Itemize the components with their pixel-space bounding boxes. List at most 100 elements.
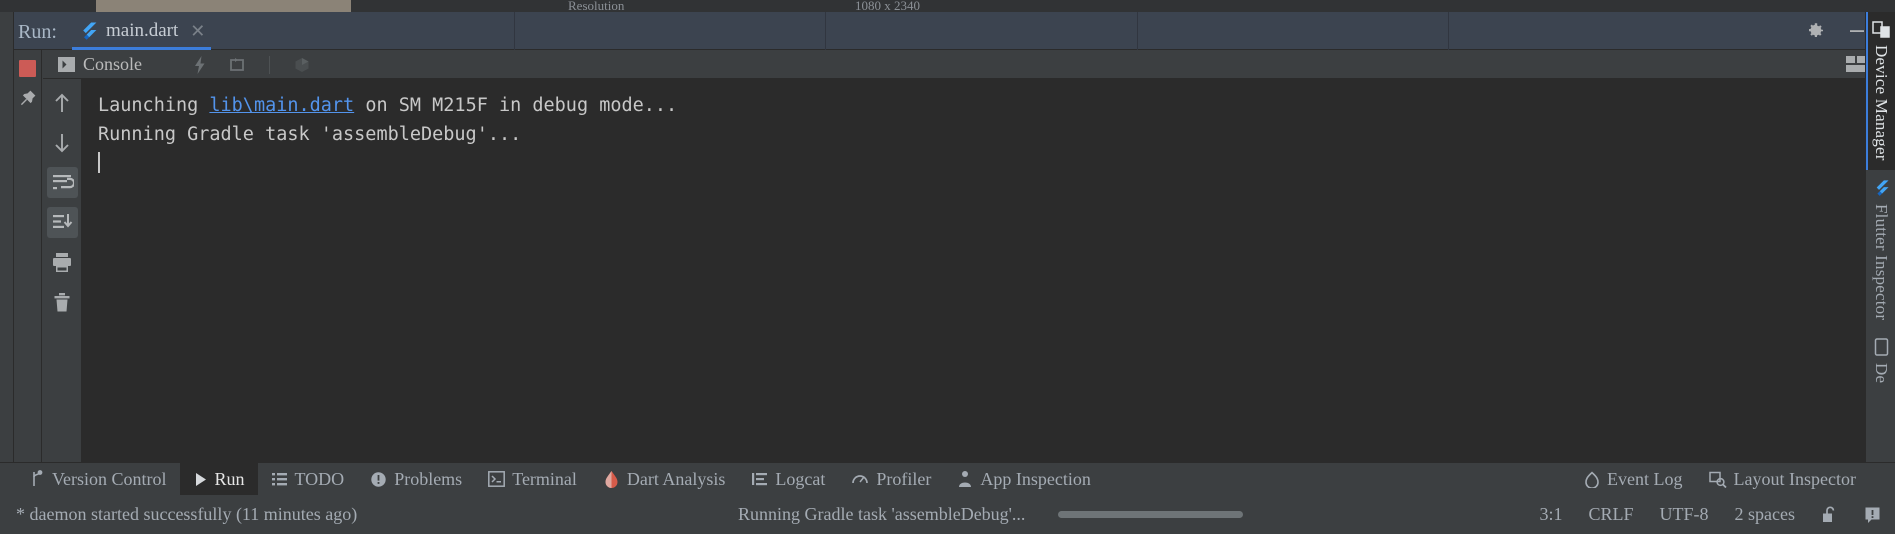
console-line-1: Launching lib\main.dart on SM M215F in d… — [98, 95, 677, 116]
run-gutter — [14, 50, 42, 462]
todo-icon — [271, 471, 288, 488]
sidebar-tab-label: De — [1872, 362, 1891, 384]
tool-window-label: Dart Analysis — [626, 468, 726, 489]
line-separator[interactable]: CRLF — [1588, 504, 1633, 525]
clipped-label-resolution: Resolution — [568, 0, 625, 12]
run-tool-window-header: Run: main.dart ✕ — [14, 12, 1881, 50]
console-icon — [57, 56, 76, 73]
device-manager-icon — [1872, 21, 1890, 38]
main-dart-link[interactable]: lib\main.dart — [209, 95, 354, 116]
tool-window-label: Terminal — [512, 468, 577, 489]
flutter-icon — [1872, 179, 1890, 197]
tool-window-label: Problems — [394, 468, 463, 489]
tool-window-bar-left: Version Control Run TODO Problems Termin… — [0, 462, 1104, 496]
right-tool-strip: Device Manager Flutter Inspector De — [1865, 12, 1895, 462]
tool-window-terminal[interactable]: Terminal — [475, 463, 590, 496]
sidebar-tab-device-manager[interactable]: Device Manager — [1866, 12, 1895, 170]
toolbar-separator — [269, 55, 270, 74]
logcat-icon — [751, 472, 768, 487]
layout-inspector-icon — [1708, 471, 1727, 488]
tool-window-layout-inspector[interactable]: Layout Inspector — [1696, 463, 1869, 496]
tool-window-bar-right: Event Log Layout Inspector — [1571, 463, 1895, 496]
sidebar-tab-label: Flutter Inspector — [1872, 203, 1891, 320]
console-toolbar-actions — [191, 50, 312, 79]
progress-bar — [1058, 511, 1243, 518]
status-bar-right: 3:1 CRLF UTF-8 2 spaces — [1539, 504, 1895, 525]
run-tab-main-dart[interactable]: main.dart ✕ — [68, 12, 215, 50]
console-toolbar: Console — [43, 50, 1881, 79]
tool-window-dart-analysis[interactable]: Dart Analysis — [590, 463, 739, 496]
problems-icon — [370, 471, 387, 488]
header-divider-3 — [1137, 12, 1138, 50]
left-tool-strip — [0, 12, 14, 462]
cube-icon[interactable] — [292, 55, 312, 75]
console-tab[interactable]: Console — [57, 50, 142, 79]
clipped-editor-tab[interactable] — [96, 0, 351, 12]
tool-window-profiler[interactable]: Profiler — [838, 463, 944, 496]
background-task-label: Running Gradle task 'assembleDebug'... — [738, 504, 1026, 524]
terminal-icon — [488, 471, 506, 487]
tool-window-logcat[interactable]: Logcat — [738, 463, 838, 496]
tool-window-label: App Inspection — [980, 468, 1091, 489]
stop-icon[interactable] — [19, 60, 36, 77]
console-output[interactable]: Launching lib\main.dart on SM M215F in d… — [82, 79, 1881, 462]
scroll-end-icon[interactable] — [46, 207, 78, 238]
lightning-icon[interactable] — [191, 55, 209, 75]
tool-window-problems[interactable]: Problems — [357, 463, 475, 496]
console-caret — [98, 152, 100, 173]
header-divider-1 — [514, 12, 515, 50]
tool-window-version-control[interactable]: Version Control — [16, 463, 180, 496]
ide-window: Resolution 1080 x 2340 Run: main.dart ✕ — [0, 0, 1895, 534]
arrow-up-icon[interactable] — [47, 87, 78, 118]
header-divider-2 — [825, 12, 826, 50]
arrow-down-icon[interactable] — [47, 127, 78, 158]
close-icon[interactable]: ✕ — [190, 21, 205, 42]
restart-icon[interactable] — [227, 55, 247, 75]
tool-window-app-inspection[interactable]: App Inspection — [944, 463, 1103, 496]
event-log-icon — [1584, 471, 1600, 488]
encoding[interactable]: UTF-8 — [1660, 504, 1709, 525]
layout-icon[interactable] — [1845, 55, 1867, 74]
trash-icon[interactable] — [47, 287, 78, 318]
clipped-label-resolution-value: 1080 x 2340 — [855, 0, 920, 12]
indent-setting[interactable]: 2 spaces — [1735, 504, 1795, 525]
console-tab-label: Console — [83, 54, 143, 74]
device-icon — [1874, 338, 1889, 356]
branch-icon — [29, 470, 45, 488]
tool-window-label: Logcat — [775, 468, 826, 489]
top-clipped-strip: Resolution 1080 x 2340 — [0, 0, 1895, 12]
print-icon[interactable] — [47, 247, 78, 278]
status-message[interactable]: * daemon started successfully (11 minute… — [16, 504, 357, 525]
console-side-toolbar — [43, 79, 82, 462]
console-line-2: Running Gradle task 'assembleDebug'... — [98, 124, 522, 145]
console-line1-suffix: on SM M215F in debug mode... — [354, 95, 678, 116]
profiler-icon — [851, 471, 869, 487]
pin-icon[interactable] — [18, 88, 38, 108]
flutter-icon — [78, 21, 98, 41]
caret-position[interactable]: 3:1 — [1539, 504, 1562, 525]
tool-window-todo[interactable]: TODO — [258, 463, 358, 496]
tool-window-label: Version Control — [52, 468, 167, 489]
tool-window-label: Layout Inspector — [1733, 468, 1856, 489]
play-icon — [193, 471, 208, 488]
tool-window-label: TODO — [294, 468, 345, 489]
unlocked-icon[interactable] — [1821, 505, 1838, 524]
sidebar-tab-device[interactable]: De — [1866, 329, 1895, 392]
run-tab-label: main.dart — [106, 20, 179, 41]
sidebar-tab-flutter-inspector[interactable]: Flutter Inspector — [1866, 170, 1895, 329]
notification-icon[interactable] — [1864, 506, 1881, 524]
tool-window-bar: Version Control Run TODO Problems Termin… — [0, 462, 1895, 496]
header-divider-4 — [1448, 12, 1449, 50]
console-line1-prefix: Launching — [98, 95, 210, 116]
dart-icon — [603, 470, 620, 488]
sidebar-tab-label: Device Manager — [1872, 45, 1891, 161]
minimize-icon[interactable] — [1847, 21, 1867, 41]
tool-window-event-log[interactable]: Event Log — [1571, 463, 1695, 496]
inspection-icon — [957, 470, 973, 488]
tool-window-label: Profiler — [876, 468, 932, 489]
status-bar: * daemon started successfully (11 minute… — [0, 495, 1895, 534]
run-title: Run: — [18, 21, 57, 43]
tool-window-run[interactable]: Run — [179, 462, 258, 496]
soft-wrap-icon[interactable] — [46, 167, 78, 198]
gear-icon[interactable] — [1805, 21, 1825, 41]
